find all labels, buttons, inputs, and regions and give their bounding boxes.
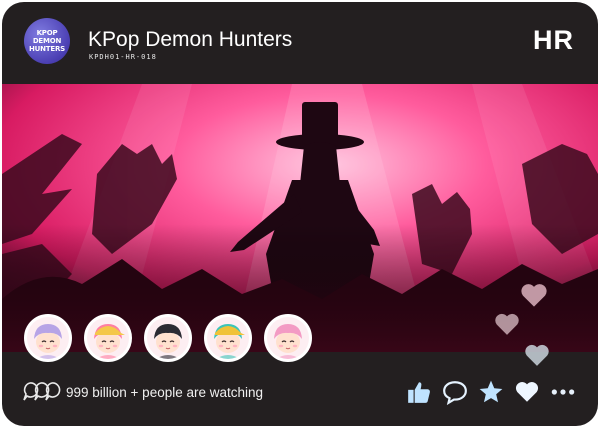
floating-heart-icon	[521, 284, 547, 307]
card-code: KPDH01-HR-018	[89, 53, 157, 61]
like-icon[interactable]	[406, 379, 432, 405]
heart-icon[interactable]	[514, 379, 540, 405]
card-title: KPop Demon Hunters	[88, 28, 293, 51]
brand-logo: KPOP DEMON HUNTERS	[24, 18, 70, 64]
logo-text: KPOP DEMON HUNTERS	[29, 29, 65, 53]
floating-heart-icon	[495, 313, 519, 335]
card-footer: 999 billion + people are watching	[2, 352, 598, 426]
star-icon[interactable]	[478, 379, 504, 405]
card-header: KPOP DEMON HUNTERS KPop Demon Hunters KP…	[2, 2, 598, 84]
comment-icon[interactable]	[442, 379, 468, 405]
viewers-icon	[23, 382, 61, 401]
rarity-badge: HR	[533, 25, 574, 55]
photo-card: KPOP DEMON HUNTERS KPop Demon Hunters KP…	[2, 2, 598, 426]
viewer-count-text: 999 billion + people are watching	[66, 385, 264, 400]
more-icon[interactable]	[550, 379, 576, 405]
